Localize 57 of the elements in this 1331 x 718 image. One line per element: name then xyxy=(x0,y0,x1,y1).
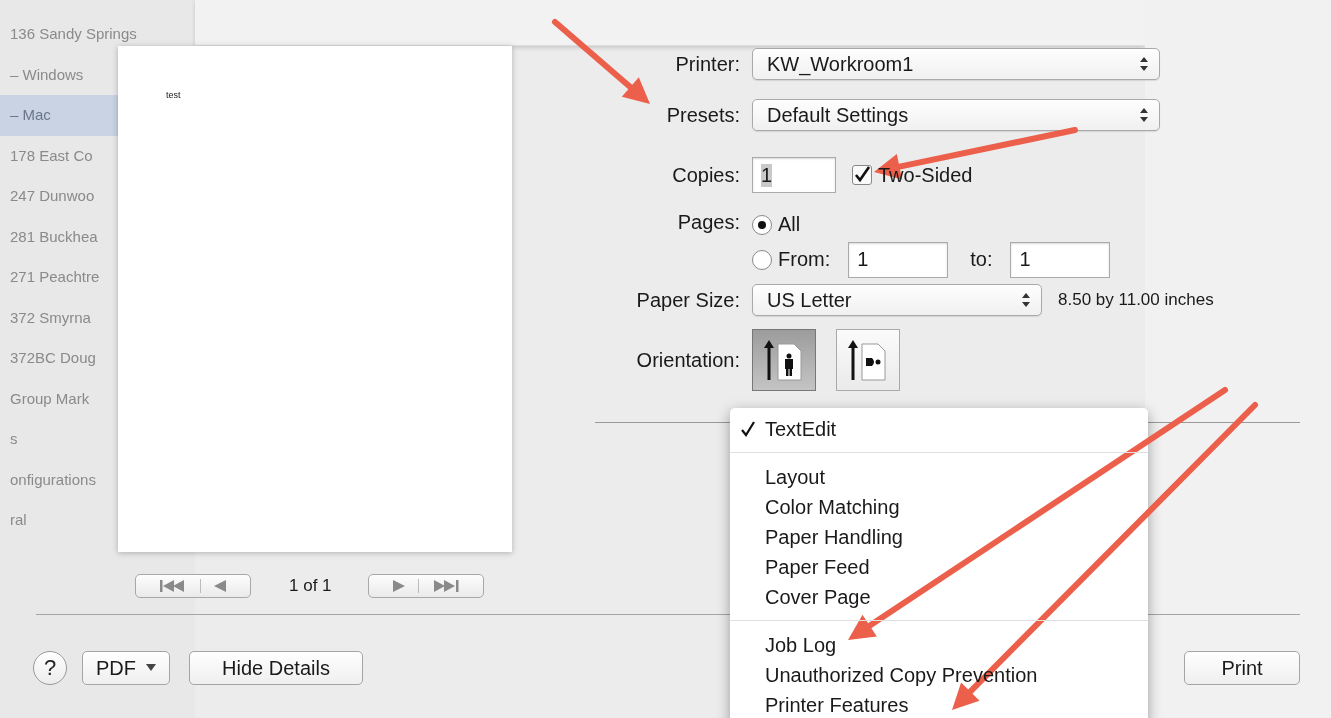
page-text: test xyxy=(166,90,181,100)
menu-item[interactable]: Cover Page xyxy=(730,582,1148,612)
orientation-label: Orientation: xyxy=(635,348,740,372)
radio-button[interactable] xyxy=(752,214,772,235)
printer-popup[interactable]: KW_Workroom1 xyxy=(752,48,1160,80)
paper-size-label: Paper Size: xyxy=(635,288,740,312)
two-sided-checkbox[interactable] xyxy=(852,165,872,185)
previous-page-icon xyxy=(212,579,227,593)
copies-field[interactable]: 1 xyxy=(752,157,836,193)
sidebar-item: ral xyxy=(9,510,28,530)
sidebar-item: 136 Sandy Springs xyxy=(9,24,137,44)
paper-size-popup[interactable]: US Letter xyxy=(752,284,1042,316)
sidebar-item: 178 East Co xyxy=(9,145,94,166)
paper-size-description: 8.50 by 11.00 inches xyxy=(1058,290,1214,310)
radio-label: From: xyxy=(778,248,831,271)
menu-item[interactable]: Color Matching xyxy=(730,492,1148,522)
checkmark-icon xyxy=(740,421,755,437)
dropdown-caret-icon xyxy=(146,664,156,672)
hide-details-button[interactable]: Hide Details xyxy=(189,651,363,685)
presets-popup[interactable]: Default Settings xyxy=(752,99,1160,131)
copies-label: Copies: xyxy=(671,163,740,187)
sidebar-item: – Windows xyxy=(9,64,85,85)
last-page-icon xyxy=(431,579,460,593)
page-forward-buttons[interactable] xyxy=(367,574,484,598)
sidebar-item: 372BC Doug xyxy=(9,348,97,368)
sidebar-item: onfigurations xyxy=(9,469,97,490)
menu-item[interactable]: Paper Handling xyxy=(730,522,1148,552)
menu-item[interactable]: TextEdit xyxy=(730,414,1148,444)
radio-button[interactable] xyxy=(752,249,772,270)
sidebar-item: s xyxy=(9,429,19,449)
sidebar-item: 372 Smyrna xyxy=(9,307,92,328)
landscape-orientation-button[interactable] xyxy=(836,329,900,391)
sidebar-item: Group Mark xyxy=(9,388,91,409)
page-indicator: 1 of 1 xyxy=(289,576,332,596)
sidebar-item: 281 Buckhea xyxy=(9,226,99,247)
stepper-arrows-icon xyxy=(1021,292,1031,308)
printer-label: Printer: xyxy=(674,52,740,76)
print-button[interactable]: Print xyxy=(1184,651,1300,685)
menu-item[interactable]: Paper Feed xyxy=(730,552,1148,582)
menu-item[interactable]: Printer Features xyxy=(730,690,1148,718)
sidebar-item: 247 Dunwoo xyxy=(9,186,96,206)
menu-item[interactable]: Job Log xyxy=(730,630,1148,660)
sidebar-item: 271 Peachtre xyxy=(9,267,101,287)
to-page-field[interactable]: 1 xyxy=(1010,241,1111,278)
stepper-arrows-icon xyxy=(1139,107,1149,123)
portrait-orientation-button[interactable] xyxy=(752,329,816,391)
pages-label: Pages: xyxy=(676,211,740,234)
page-back-buttons[interactable] xyxy=(135,574,251,598)
stepper-arrows-icon xyxy=(1139,56,1149,72)
to-label: to: xyxy=(970,248,993,271)
next-page-icon xyxy=(392,579,407,593)
presets-label: Presets: xyxy=(665,103,740,127)
radio-label: All xyxy=(778,213,801,236)
pdf-button[interactable]: PDF xyxy=(82,651,170,685)
sidebar-item: – Mac xyxy=(0,95,118,136)
menu-item[interactable]: Layout xyxy=(730,462,1148,492)
from-page-field[interactable]: 1 xyxy=(848,241,949,278)
